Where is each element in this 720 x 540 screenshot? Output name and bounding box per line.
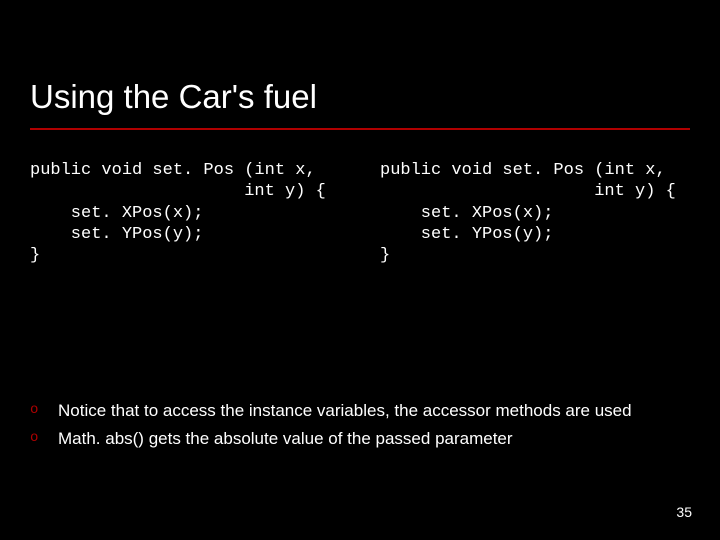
bullet-text: Notice that to access the instance varia… bbox=[58, 400, 690, 422]
code-block-left: public void set. Pos (int x, int y) { se… bbox=[30, 160, 326, 266]
bullet-mark-icon: o bbox=[30, 428, 58, 449]
slide-title: Using the Car's fuel bbox=[30, 78, 317, 116]
title-underline bbox=[30, 128, 690, 130]
bullet-mark-icon: o bbox=[30, 400, 58, 421]
bullet-item: o Math. abs() gets the absolute value of… bbox=[30, 428, 690, 450]
bullet-list: o Notice that to access the instance var… bbox=[30, 400, 690, 456]
bullet-text: Math. abs() gets the absolute value of t… bbox=[58, 428, 690, 450]
slide: Using the Car's fuel public void set. Po… bbox=[0, 0, 720, 540]
bullet-item: o Notice that to access the instance var… bbox=[30, 400, 690, 422]
page-number: 35 bbox=[676, 504, 692, 520]
code-block-right: public void set. Pos (int x, int y) { se… bbox=[380, 160, 676, 266]
